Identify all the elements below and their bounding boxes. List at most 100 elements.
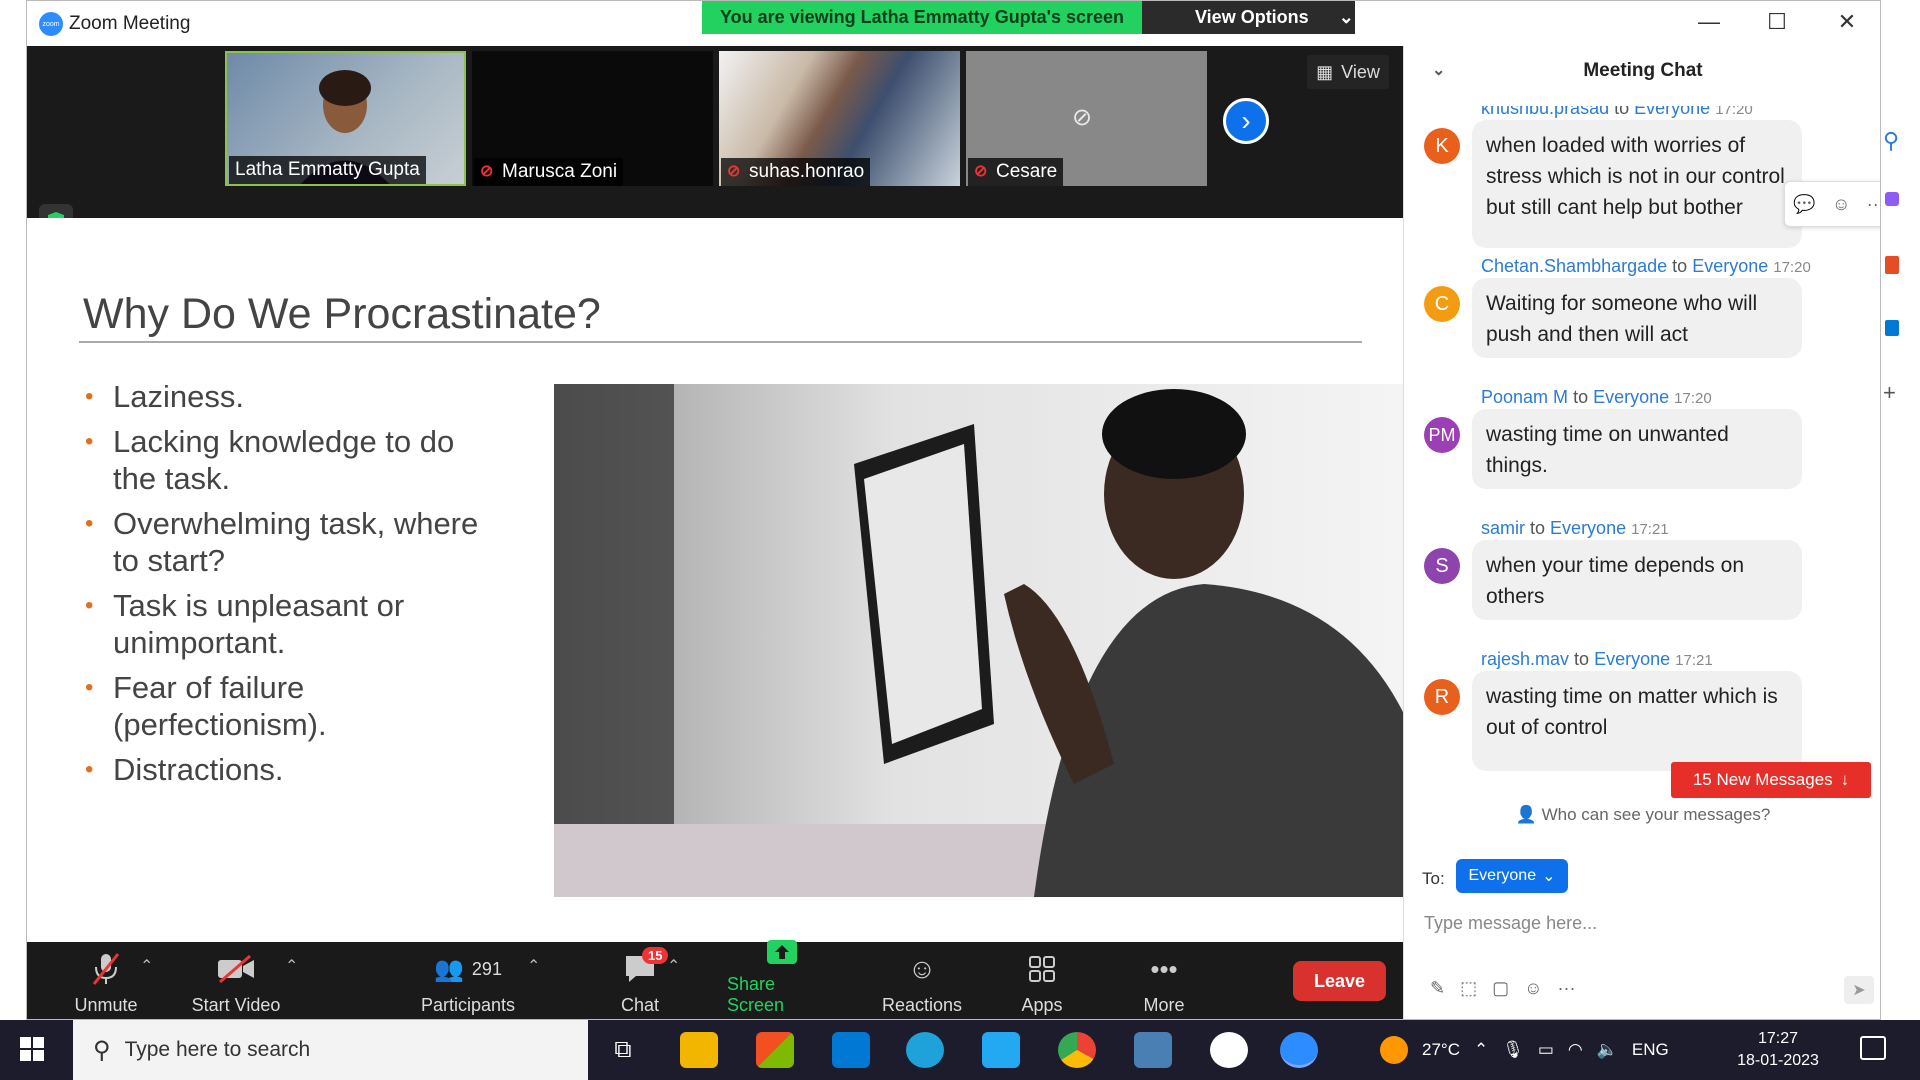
send-button[interactable]: ➤ xyxy=(1844,976,1874,1004)
mail-icon[interactable] xyxy=(832,1032,870,1068)
screen-share-banner: You are viewing Latha Emmatty Gupta's sc… xyxy=(702,1,1142,34)
message-input[interactable] xyxy=(1424,908,1844,938)
participants-button[interactable]: 👥 291 Participants xyxy=(403,942,533,1019)
message-header: Chetan.Shambhargade to Everyone 17:20 xyxy=(1481,256,1811,277)
windows-taskbar: ⚲ Type here to search ⧉ 27°C ⌃ 🎙 ▭ ◠ 🔈 EN… xyxy=(0,1020,1920,1080)
leave-button[interactable]: Leave xyxy=(1293,961,1386,1001)
zoom-taskbar-icon[interactable] xyxy=(1280,1032,1318,1068)
clock[interactable]: 17:27 18-01-2023 xyxy=(1733,1028,1823,1072)
audio-options-caret-icon[interactable]: ⌃ xyxy=(140,956,153,976)
maximize-button[interactable]: ☐ xyxy=(1757,9,1797,35)
app-icon xyxy=(1885,192,1899,206)
view-options-button[interactable]: View Options ⌄ xyxy=(1142,1,1355,34)
store-icon[interactable] xyxy=(756,1032,794,1068)
apps-button[interactable]: Apps xyxy=(1002,942,1082,1019)
language-indicator[interactable]: ENG xyxy=(1632,1040,1669,1060)
office-icon xyxy=(1885,256,1899,274)
share-screen-button[interactable]: Share Screen xyxy=(727,940,837,1019)
battery-icon[interactable]: ▭ xyxy=(1538,1040,1554,1060)
chrome-icon[interactable] xyxy=(1058,1032,1096,1068)
chevron-up-icon[interactable]: ⌃ xyxy=(1474,1040,1488,1060)
file-icon[interactable]: ▢ xyxy=(1492,978,1509,999)
new-messages-button[interactable]: 15 New Messages ↓ xyxy=(1671,762,1871,798)
file-explorer-icon[interactable] xyxy=(680,1032,718,1068)
chat-title: Meeting Chat xyxy=(1583,60,1703,81)
windows-start-icon[interactable] xyxy=(20,1037,44,1061)
close-button[interactable]: ✕ xyxy=(1827,9,1867,35)
sender-name[interactable]: rajesh.mav xyxy=(1481,649,1569,669)
message-header: Poonam M to Everyone 17:20 xyxy=(1481,387,1712,408)
to-word: to xyxy=(1573,387,1589,407)
more-icon[interactable]: ··· xyxy=(1558,978,1576,999)
people-icon: 👥 xyxy=(434,955,464,983)
avatar: C xyxy=(1424,286,1460,322)
grid-icon: ▦ xyxy=(1316,61,1334,82)
emoji-icon[interactable]: ☺ xyxy=(1524,978,1542,999)
reactions-button[interactable]: ☺ Reactions xyxy=(872,942,972,1019)
video-tile[interactable]: Latha Emmatty Gupta xyxy=(225,51,466,186)
sender-name[interactable]: samir xyxy=(1481,518,1525,538)
view-button[interactable]: ▦ View xyxy=(1307,55,1389,89)
screenshot-icon[interactable]: ⬚ xyxy=(1460,978,1477,999)
more-button[interactable]: ••• More xyxy=(1124,942,1204,1019)
unmute-button[interactable]: Unmute xyxy=(63,942,149,1019)
sender-name[interactable]: Poonam M xyxy=(1481,387,1568,407)
shared-slide: Why Do We Procrastinate? Laziness. Lacki… xyxy=(27,218,1404,942)
to-word: to xyxy=(1614,106,1630,118)
chat-header: ⌄ Meeting Chat xyxy=(1404,46,1880,96)
next-page-button[interactable]: › xyxy=(1223,98,1269,144)
chat-button[interactable]: 15 Chat xyxy=(600,942,680,1019)
video-tile[interactable]: ⊘ Marusca Zoni xyxy=(472,51,713,186)
to-word: to xyxy=(1672,256,1688,276)
message-header: samir to Everyone 17:21 xyxy=(1481,518,1669,539)
vscode-icon[interactable] xyxy=(982,1032,1020,1068)
video-off-icon xyxy=(216,951,256,987)
who-can-see-label: Who can see your messages? xyxy=(1541,805,1771,824)
video-tile[interactable]: ⊘ ⊘ Cesare xyxy=(966,51,1207,186)
app-icon[interactable] xyxy=(1210,1032,1248,1068)
chevron-down-icon: ⌄ xyxy=(1542,868,1556,885)
weather-text[interactable]: 27°C xyxy=(1422,1040,1460,1060)
who-can-see-link[interactable]: 👤 Who can see your messages? xyxy=(1404,805,1880,825)
reply-icon[interactable]: 💬 xyxy=(1793,194,1815,215)
recipient-dropdown[interactable]: Everyone ⌄ xyxy=(1456,859,1568,893)
video-options-caret-icon[interactable]: ⌃ xyxy=(285,956,298,976)
more-icon[interactable]: ··· xyxy=(1867,194,1880,215)
to-word: to xyxy=(1574,649,1590,669)
slide-title: Why Do We Procrastinate? xyxy=(83,290,601,338)
sender-name[interactable]: khushbu.prasad xyxy=(1481,106,1609,118)
avatar: R xyxy=(1424,679,1460,715)
arrow-down-icon: ↓ xyxy=(1840,770,1850,789)
microphone-icon[interactable]: 🎙 xyxy=(1502,1040,1524,1060)
smiley-plus-icon: ☺ xyxy=(907,953,937,984)
person-icon: 👤 xyxy=(1515,805,1537,824)
tile-name-text: suhas.honrao xyxy=(749,161,865,182)
react-icon[interactable]: ☺ xyxy=(1832,194,1850,215)
outlook-icon xyxy=(1885,320,1899,336)
background-app-edge: ⚲ + xyxy=(1881,0,1920,1020)
wifi-icon[interactable]: ◠ xyxy=(1568,1040,1583,1060)
mysql-icon[interactable] xyxy=(1134,1032,1172,1068)
start-video-button[interactable]: Start Video xyxy=(181,942,291,1019)
message-bubble: when your time depends on others xyxy=(1472,540,1802,620)
volume-icon[interactable]: 🔈 xyxy=(1597,1040,1618,1060)
edge-icon[interactable] xyxy=(906,1032,944,1068)
chat-caret-icon[interactable]: ⌃ xyxy=(667,956,680,976)
zoom-window: zoom Zoom Meeting You are viewing Latha … xyxy=(26,0,1881,1020)
notifications-icon[interactable] xyxy=(1860,1036,1886,1060)
system-tray: 27°C ⌃ 🎙 ▭ ◠ 🔈 ENG xyxy=(1380,1020,1669,1080)
participants-caret-icon[interactable]: ⌃ xyxy=(527,956,540,976)
video-tile[interactable]: ⊘ suhas.honrao xyxy=(719,51,960,186)
format-text-icon[interactable]: ✎ xyxy=(1430,978,1445,999)
tile-name-label: Latha Emmatty Gupta xyxy=(229,156,426,184)
sender-name[interactable]: Chetan.Shambhargade xyxy=(1481,256,1667,276)
taskbar-search[interactable]: ⚲ Type here to search xyxy=(73,1020,588,1080)
weather-icon xyxy=(1380,1036,1408,1064)
minimize-button[interactable]: — xyxy=(1689,9,1729,35)
slide-bullet: Task is unpleasant or unimportant. xyxy=(83,587,483,661)
message-header: rajesh.mav to Everyone 17:21 xyxy=(1481,649,1713,670)
task-view-icon[interactable]: ⧉ xyxy=(604,1032,642,1068)
recipient-name: Everyone xyxy=(1634,106,1711,118)
ellipsis-icon: ••• xyxy=(1150,953,1178,984)
chevron-down-icon[interactable]: ⌄ xyxy=(1432,60,1445,80)
